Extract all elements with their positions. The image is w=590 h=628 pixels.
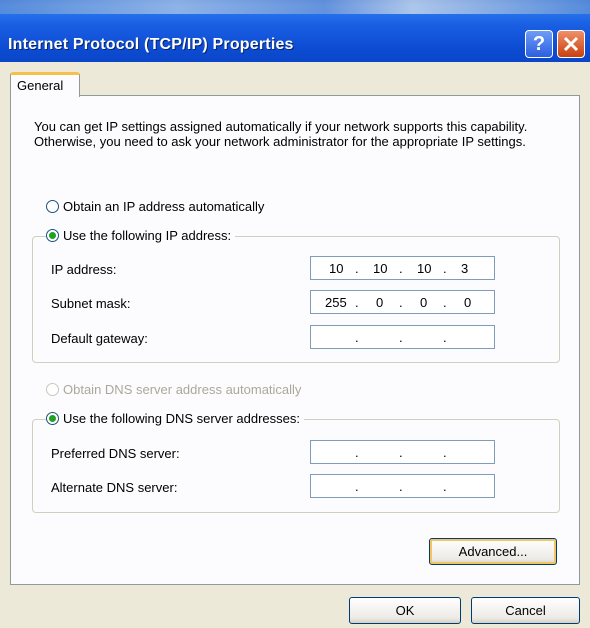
octet-separator: . <box>399 295 403 310</box>
ip-octet-1: 10 <box>329 261 344 276</box>
ip-manual-label: Use the following IP address: <box>63 228 232 243</box>
octet-separator: . <box>399 261 403 276</box>
octet-separator: . <box>443 445 447 460</box>
octet-separator: . <box>355 295 359 310</box>
subnet-mask-label: Subnet mask: <box>51 296 131 311</box>
octet-separator: . <box>355 261 359 276</box>
dns-auto-radio[interactable]: Obtain DNS server address automatically <box>46 382 301 397</box>
ip-address-label: IP address: <box>51 262 117 277</box>
octet-separator: . <box>443 295 447 310</box>
radio-disabled-icon <box>46 383 59 396</box>
octet-separator: . <box>443 479 447 494</box>
ip-auto-radio[interactable]: Obtain an IP address automatically <box>46 199 264 214</box>
title-bar-background <box>0 0 590 14</box>
close-button[interactable] <box>557 30 585 58</box>
preferred-dns-label: Preferred DNS server: <box>51 446 180 461</box>
octet-separator: . <box>399 479 403 494</box>
radio-checked-icon <box>46 229 59 242</box>
dns-group-box <box>32 419 560 513</box>
radio-checked-icon <box>46 412 59 425</box>
cancel-button[interactable]: Cancel <box>471 597 580 624</box>
mask-octet-2: 0 <box>376 295 384 310</box>
octet-separator: . <box>443 261 447 276</box>
advanced-button[interactable]: Advanced... <box>429 538 557 565</box>
ip-octet-3: 10 <box>417 261 432 276</box>
alternate-dns-label: Alternate DNS server: <box>51 480 178 495</box>
octet-separator: . <box>355 479 359 494</box>
dns-manual-label: Use the following DNS server addresses: <box>63 411 300 426</box>
octet-separator: . <box>443 330 447 345</box>
ip-octet-2: 10 <box>373 261 388 276</box>
octet-separator: . <box>355 445 359 460</box>
octet-separator: . <box>355 330 359 345</box>
ok-button[interactable]: OK <box>349 597 461 624</box>
default-gateway-label: Default gateway: <box>51 331 148 346</box>
window-title: Internet Protocol (TCP/IP) Properties <box>8 36 294 53</box>
close-icon <box>563 36 579 52</box>
help-button[interactable]: ? <box>525 30 553 58</box>
radio-unchecked-icon <box>46 200 59 213</box>
alternate-dns-field[interactable]: . . . <box>310 474 495 498</box>
tab-general[interactable]: General <box>10 72 80 97</box>
octet-separator: . <box>399 330 403 345</box>
preferred-dns-field[interactable]: . . . <box>310 440 495 464</box>
dns-auto-label: Obtain DNS server address automatically <box>63 382 302 397</box>
subnet-mask-field[interactable]: 255 . 0 . 0 . 0 <box>310 290 495 314</box>
mask-octet-3: 0 <box>420 295 428 310</box>
info-text: You can get IP settings assigned automat… <box>34 119 528 149</box>
title-bar[interactable]: Internet Protocol (TCP/IP) Properties ? <box>0 0 590 62</box>
ip-auto-label: Obtain an IP address automatically <box>63 199 265 214</box>
ip-address-field[interactable]: 10 . 10 . 10 . 3 <box>310 256 495 280</box>
default-gateway-field[interactable]: . . . <box>310 325 495 349</box>
octet-separator: . <box>399 445 403 460</box>
ip-manual-radio[interactable]: Use the following IP address: <box>46 228 236 243</box>
mask-octet-1: 255 <box>325 295 347 310</box>
mask-octet-4: 0 <box>464 295 472 310</box>
dns-manual-radio[interactable]: Use the following DNS server addresses: <box>46 411 304 426</box>
ip-octet-4: 3 <box>461 261 469 276</box>
